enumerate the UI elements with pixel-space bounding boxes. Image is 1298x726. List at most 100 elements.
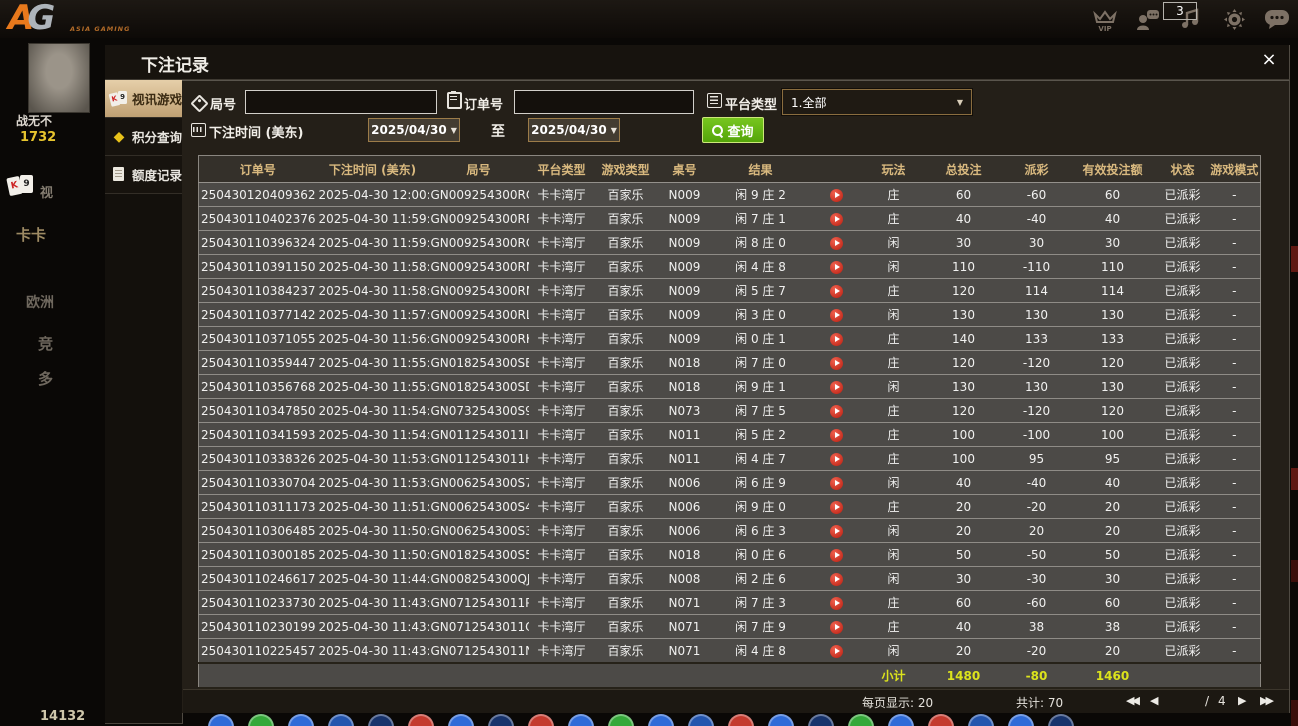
cell: [199, 663, 865, 688]
play-icon[interactable]: [830, 285, 843, 298]
chevron-down-icon: ▼: [957, 98, 963, 107]
gear-icon[interactable]: [1221, 5, 1247, 33]
play-icon[interactable]: [830, 525, 843, 538]
play-icon[interactable]: [830, 309, 843, 322]
cell: 已派彩: [1157, 543, 1209, 567]
play-icon[interactable]: [830, 357, 843, 370]
cell: 庄: [865, 183, 923, 207]
chip: [768, 714, 794, 726]
first-page-icon[interactable]: ◀◀: [1126, 694, 1137, 707]
vip-icon[interactable]: VIP: [1092, 5, 1118, 33]
cell: N009: [657, 255, 713, 279]
play-icon[interactable]: [830, 549, 843, 562]
cell: 闲 7 庄 3: [713, 591, 809, 615]
play-icon[interactable]: [830, 333, 843, 346]
cell: 40: [1069, 471, 1157, 495]
cell: 2025-04-30 11:55:53: [317, 351, 429, 375]
play-icon[interactable]: [830, 429, 843, 442]
play-icon[interactable]: [830, 381, 843, 394]
cell: 卡卡湾厅: [529, 351, 595, 375]
cell: 130: [1069, 303, 1157, 327]
cell: 60: [923, 183, 1005, 207]
cell: 庄: [865, 399, 923, 423]
cell: 卡卡湾厅: [529, 207, 595, 231]
cell: GN006254300S3: [429, 519, 529, 543]
page-number-input[interactable]: 3: [1163, 2, 1197, 20]
play-icon[interactable]: [830, 501, 843, 514]
order-input[interactable]: [514, 90, 694, 114]
play-icon[interactable]: [830, 453, 843, 466]
cell: 卡卡湾厅: [529, 255, 595, 279]
last-page-icon[interactable]: ▶▶: [1260, 694, 1271, 707]
chip: [488, 714, 514, 726]
bet-time-label: 下注时间 (美东): [209, 122, 303, 141]
cell: GN009254300RN: [429, 255, 529, 279]
cell: 庄: [865, 495, 923, 519]
cell: N009: [657, 279, 713, 303]
sidebar-item-points-query[interactable]: ◆积分查询: [105, 118, 182, 156]
cell: 闲 9 庄 0: [713, 495, 809, 519]
play-icon[interactable]: [830, 573, 843, 586]
cell: 百家乐: [595, 615, 657, 639]
cell: 60: [923, 591, 1005, 615]
chat-icon[interactable]: [1264, 5, 1290, 33]
cell: 2025-04-30 11:50:09: [317, 543, 429, 567]
query-button[interactable]: 查询: [702, 117, 764, 143]
cell: 闲 7 庄 9: [713, 615, 809, 639]
cell: [809, 615, 865, 639]
cell: 250430110225457: [199, 639, 317, 664]
play-icon[interactable]: [830, 621, 843, 634]
next-page-icon[interactable]: ▶: [1238, 694, 1246, 707]
play-icon[interactable]: [830, 213, 843, 226]
date-from-picker[interactable]: 2025/04/30 ▼: [368, 118, 460, 142]
cell: 百家乐: [595, 399, 657, 423]
cell: 已派彩: [1157, 615, 1209, 639]
play-icon[interactable]: [830, 405, 843, 418]
cell: GN009254300RO: [429, 231, 529, 255]
cell: 30: [1005, 231, 1069, 255]
platform-select[interactable]: 1.全部 ▼: [782, 89, 972, 115]
play-icon[interactable]: [830, 477, 843, 490]
cell: 庄: [865, 447, 923, 471]
user-chat-icon[interactable]: [1135, 5, 1161, 33]
close-icon[interactable]: ×: [1258, 49, 1280, 71]
play-icon[interactable]: [830, 261, 843, 274]
cell: -120: [1005, 351, 1069, 375]
sidebar-item-credit-log[interactable]: 额度记录: [105, 156, 182, 194]
date-to-picker[interactable]: 2025/04/30 ▼: [528, 118, 620, 142]
chip: [408, 714, 434, 726]
table-row: 2504301102337302025-04-30 11:43:52GN0712…: [199, 591, 1261, 615]
cell: 20: [923, 495, 1005, 519]
cell: 130: [923, 375, 1005, 399]
chip: [288, 714, 314, 726]
cell: 130: [923, 303, 1005, 327]
cell: [809, 519, 865, 543]
play-icon[interactable]: [830, 645, 843, 658]
cell: GN006254300S7: [429, 471, 529, 495]
cell: 卡卡湾厅: [529, 519, 595, 543]
play-icon[interactable]: [830, 237, 843, 250]
cell: 133: [1005, 327, 1069, 351]
cell: 卡卡湾厅: [529, 327, 595, 351]
play-icon[interactable]: [830, 189, 843, 202]
cell: -: [1209, 495, 1261, 519]
play-icon[interactable]: [830, 597, 843, 610]
prev-page-icon[interactable]: ◀: [1150, 694, 1158, 707]
cell: -: [1209, 399, 1261, 423]
table-row: 2504301103963242025-04-30 11:59:22GN0092…: [199, 231, 1261, 255]
cell: 已派彩: [1157, 183, 1209, 207]
round-input[interactable]: [245, 90, 437, 114]
cell: 250430110356768: [199, 375, 317, 399]
cell: 250430110341593: [199, 423, 317, 447]
cell: 卡卡湾厅: [529, 447, 595, 471]
logo-letter-g: G: [27, 0, 55, 38]
sidebar-item-video-games[interactable]: K9视讯游戏: [105, 80, 182, 118]
cell: 已派彩: [1157, 375, 1209, 399]
cell: 百家乐: [595, 375, 657, 399]
cell: 114: [1005, 279, 1069, 303]
cell: 卡卡湾厅: [529, 423, 595, 447]
chip: [1008, 714, 1034, 726]
cell: GN018254300SD: [429, 375, 529, 399]
cell: 250430110246617: [199, 567, 317, 591]
cell: 庄: [865, 423, 923, 447]
